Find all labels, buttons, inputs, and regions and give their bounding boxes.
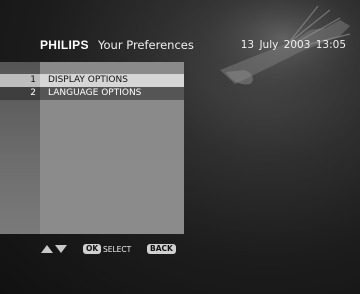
menu-item-display-options[interactable]: 1 DISPLAY OPTIONS [0,74,184,87]
brand-logo: PHILIPS [40,38,89,52]
date-time: 13 July 2003 13:05 [241,39,346,51]
preferences-screen: PHILIPS Your Preferences 13 July 2003 13… [0,0,360,294]
back-button[interactable]: BACK [147,244,176,254]
select-label: SELECT [103,245,132,254]
ok-button[interactable]: OK [83,244,102,254]
time-text: 13:05 [315,39,346,51]
menu-item-label: LANGUAGE OPTIONS [48,88,142,98]
options-menu: 1 DISPLAY OPTIONS 2 LANGUAGE OPTIONS [0,74,184,100]
date-text: 13 July 2003 [240,39,311,51]
down-arrow-icon[interactable] [55,245,67,253]
menu-item-number: 2 [30,88,36,98]
hand-with-flowers-decoration [190,0,360,110]
up-arrow-icon[interactable] [41,245,53,253]
page-title: Your Preferences [98,38,194,52]
header-bar: PHILIPS Your Preferences 13 July 2003 13… [40,38,346,54]
menu-item-label: DISPLAY OPTIONS [48,75,128,85]
menu-item-language-options[interactable]: 2 LANGUAGE OPTIONS [0,87,184,100]
menu-item-number: 1 [30,75,36,85]
